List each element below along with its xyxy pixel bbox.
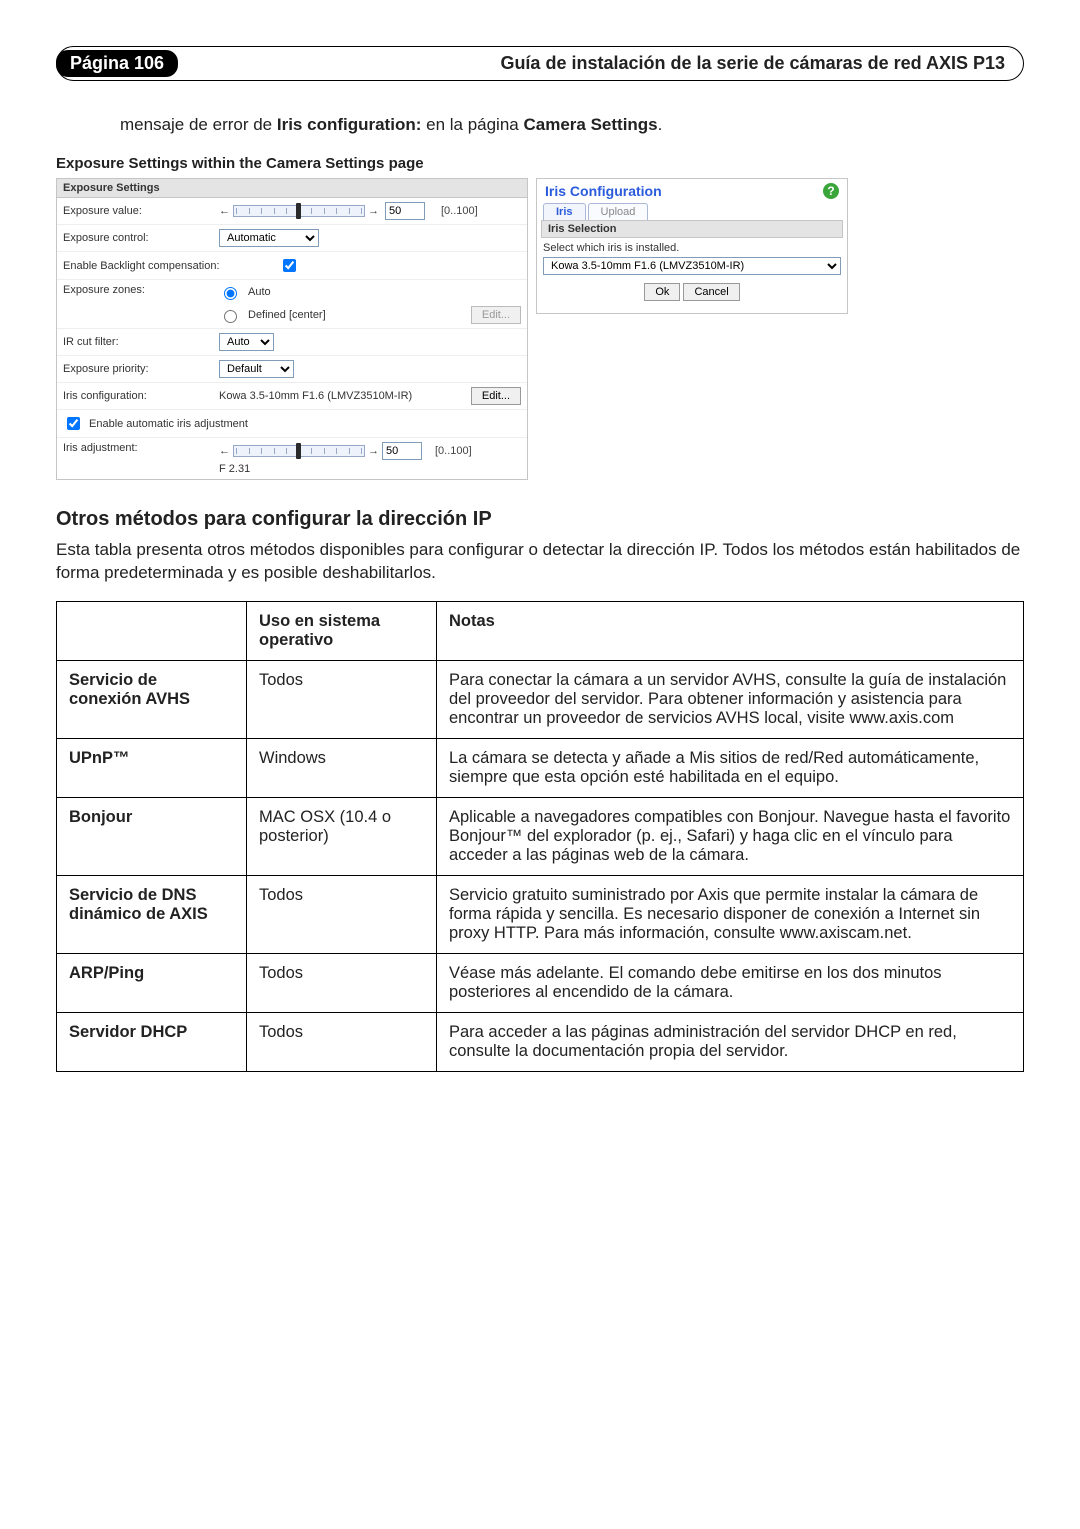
method-notes: La cámara se detecta y añade a Mis sitio… [437,738,1024,797]
exposure-zones-label: Exposure zones: [63,284,213,296]
table-header-notes: Notas [437,601,1024,660]
intro-suffix: . [658,115,663,134]
table-row: BonjourMAC OSX (10.4 o posterior)Aplicab… [57,797,1024,875]
intro-mid: en la página [426,115,523,134]
table-row: Servicio de conexión AVHSTodosPara conec… [57,660,1024,738]
method-os: Todos [247,1012,437,1071]
iris-adjustment-label: Iris adjustment: [63,442,213,454]
intro-text: mensaje de error de Iris configuration: … [120,115,1024,135]
zones-defined-radio[interactable] [224,310,237,323]
iris-adjustment-input[interactable] [382,442,422,460]
table-header-os: Uso en sistema operativo [247,601,437,660]
tab-iris[interactable]: Iris [543,203,586,220]
method-name: UPnP™ [57,738,247,797]
exposure-value-slider[interactable]: ← → [219,205,379,217]
section-paragraph: Esta tabla presenta otros métodos dispon… [56,539,1024,585]
table-row: Servicio de DNS dinámico de AXISTodosSer… [57,875,1024,953]
iris-config-title: Iris Configuration [545,183,662,199]
methods-table: Uso en sistema operativo Notas Servicio … [56,601,1024,1072]
screenshot-group: Exposure Settings Exposure value: ← → [0… [56,178,1024,480]
exposure-value-input[interactable] [385,202,425,220]
arrow-left-icon: ← [219,205,230,217]
iris-config-value: Kowa 3.5-10mm F1.6 (LMVZ3510M-IR) [219,390,412,402]
exposure-priority-select[interactable]: Default [219,360,294,378]
backlight-checkbox[interactable] [283,259,296,272]
exposure-value-range: [0..100] [441,205,478,217]
method-notes: Véase más adelante. El comando debe emit… [437,953,1024,1012]
method-os: Todos [247,953,437,1012]
method-os: Windows [247,738,437,797]
zones-defined-label: Defined [center] [248,309,326,321]
iris-config-edit-button[interactable]: Edit... [471,387,521,405]
method-os: MAC OSX (10.4 o posterior) [247,797,437,875]
exposure-settings-panel: Exposure Settings Exposure value: ← → [0… [56,178,528,480]
page-number-badge: Página 106 [56,50,178,77]
iris-adjustment-range: [0..100] [435,445,472,457]
cancel-button[interactable]: Cancel [683,283,739,301]
exposure-control-label: Exposure control: [63,232,213,244]
zones-edit-button[interactable]: Edit... [471,306,521,324]
method-os: Todos [247,875,437,953]
table-row: Servidor DHCPTodosPara acceder a las pág… [57,1012,1024,1071]
screenshot-caption: Exposure Settings within the Camera Sett… [56,155,1024,172]
method-notes: Para acceder a las páginas administració… [437,1012,1024,1071]
method-name: Servicio de conexión AVHS [57,660,247,738]
zones-auto-label: Auto [248,286,271,298]
ok-button[interactable]: Ok [644,283,680,301]
ir-cut-select[interactable]: Auto [219,333,274,351]
method-os: Todos [247,660,437,738]
method-name: ARP/Ping [57,953,247,1012]
method-notes: Servicio gratuito suministrado por Axis … [437,875,1024,953]
auto-iris-label: Enable automatic iris adjustment [89,418,248,430]
arrow-right-icon: → [368,205,379,217]
table-header-empty [57,601,247,660]
exposure-priority-label: Exposure priority: [63,363,213,375]
method-notes: Aplicable a navegadores compatibles con … [437,797,1024,875]
method-name: Servicio de DNS dinámico de AXIS [57,875,247,953]
help-icon[interactable]: ? [823,183,839,199]
auto-iris-checkbox[interactable] [67,417,80,430]
exposure-settings-header: Exposure Settings [57,179,527,198]
intro-prefix: mensaje de error de [120,115,277,134]
iris-f-number: F 2.31 [219,463,472,475]
iris-adjustment-slider[interactable]: ← → [219,445,379,457]
iris-select[interactable]: Kowa 3.5-10mm F1.6 (LMVZ3510M-IR) [543,257,841,275]
table-row: ARP/PingTodosVéase más adelante. El coma… [57,953,1024,1012]
exposure-control-select[interactable]: Automatic [219,229,319,247]
exposure-value-label: Exposure value: [63,205,213,217]
zones-auto-radio[interactable] [224,287,237,300]
method-notes: Para conectar la cámara a un servidor AV… [437,660,1024,738]
doc-title: Guía de instalación de la serie de cámar… [500,53,1005,74]
method-name: Bonjour [57,797,247,875]
arrow-left-icon: ← [219,445,230,457]
section-title: Otros métodos para configurar la direcci… [56,508,1024,531]
ir-cut-label: IR cut filter: [63,336,213,348]
tab-upload[interactable]: Upload [588,203,649,220]
iris-selection-header: Iris Selection [541,220,843,238]
intro-bold-2: Camera Settings [523,115,657,134]
intro-bold-1: Iris configuration: [277,115,422,134]
page-header: Página 106 Guía de instalación de la ser… [56,46,1024,81]
iris-config-label: Iris configuration: [63,390,213,402]
method-name: Servidor DHCP [57,1012,247,1071]
backlight-label: Enable Backlight compensation: [63,260,273,272]
iris-configuration-panel: Iris Configuration ? Iris Upload Iris Se… [536,178,848,314]
iris-select-text: Select which iris is installed. [543,242,841,254]
arrow-right-icon: → [368,445,379,457]
table-row: UPnP™WindowsLa cámara se detecta y añade… [57,738,1024,797]
